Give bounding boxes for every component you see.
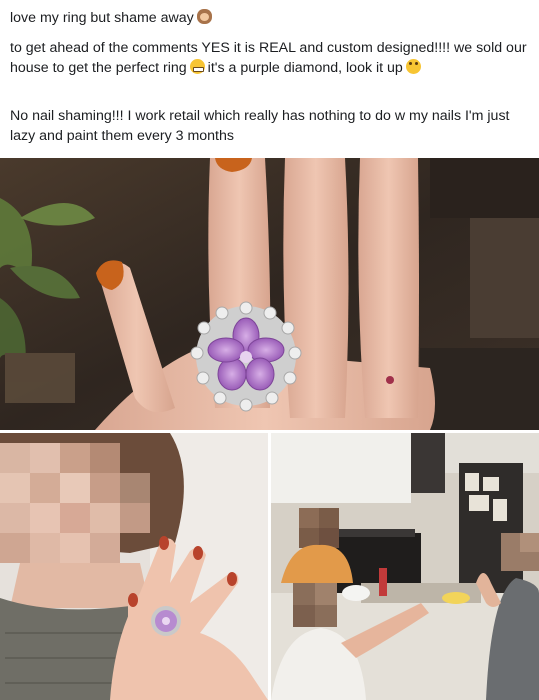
grimacing-face-icon [189,59,205,74]
post-paragraph-2: to get ahead of the comments YES it is R… [10,38,535,78]
ring-closeup-photo[interactable] [0,158,539,430]
see-no-evil-monkey-icon [196,9,212,24]
post-paragraph-3: No nail shaming!!! I work retail which r… [10,108,510,144]
kitchen-reaction-photo[interactable] [271,433,539,700]
post-paragraph-2b: it's a purple diamond, look it up [207,60,403,76]
selfie-ring-graphic [0,433,268,700]
selfie-ring-photo[interactable] [0,433,268,700]
ring-closeup-graphic [0,158,539,430]
kitchen-reaction-graphic [271,433,539,700]
rolling-eyes-face-icon [405,59,421,74]
post-line-1-text: love my ring but shame away [10,10,194,26]
post-line-1: love my ring but shame away [10,8,215,28]
